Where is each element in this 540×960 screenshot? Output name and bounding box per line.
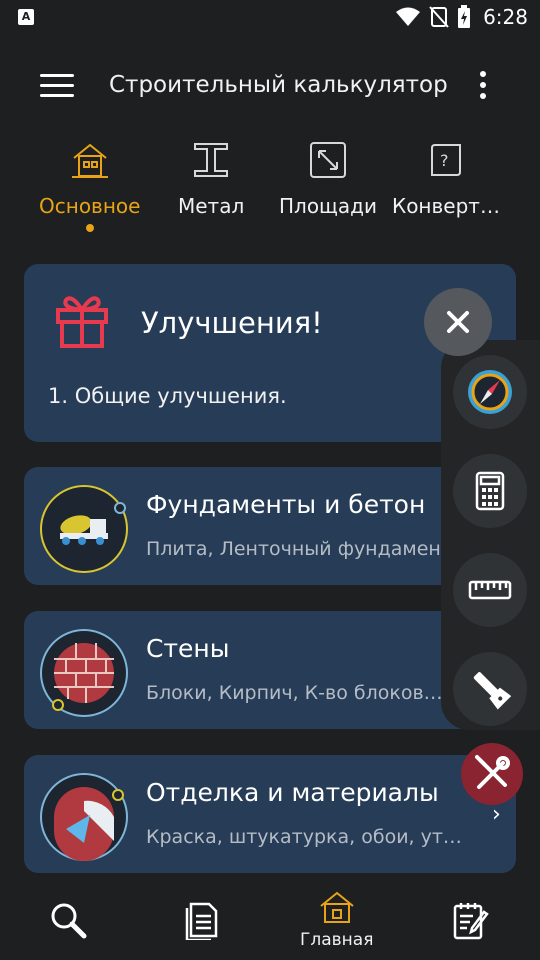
ruler-button[interactable]: [453, 553, 527, 627]
page-title: Строительный калькулятор: [109, 72, 448, 98]
updates-title: Улучшения!: [141, 306, 323, 340]
close-icon[interactable]: [424, 288, 492, 356]
tab-metal[interactable]: Метал: [178, 140, 244, 218]
tab-converter[interactable]: ? Конверт…: [392, 140, 500, 218]
wifi-icon: [396, 7, 421, 26]
nav-documents[interactable]: [183, 900, 221, 944]
tools-icon: [475, 755, 510, 789]
calculator-icon: [475, 471, 505, 511]
active-tab-indicator: [85, 224, 94, 232]
status-time: 6:28: [483, 5, 528, 29]
convert-question-icon: ?: [430, 144, 461, 176]
search-icon: [51, 903, 87, 939]
expand-arrows-icon: [309, 142, 346, 178]
category-tabs: Основное Метал Площади ? Конверт…: [0, 140, 540, 250]
category-finishing[interactable]: Отделка и материалы Краска, штукатурка, …: [24, 755, 516, 873]
category-title: Стены: [146, 634, 230, 663]
document-icon: [185, 902, 218, 942]
tab-label: Метал: [178, 194, 245, 218]
brick-wall-icon: [40, 629, 128, 717]
tools-button[interactable]: [461, 743, 523, 805]
svg-text:?: ?: [440, 151, 449, 170]
tab-label: Площади: [279, 194, 377, 218]
category-title: Фундаменты и бетон: [146, 490, 426, 519]
compass-button[interactable]: [453, 355, 527, 429]
category-title: Отделка и материалы: [146, 778, 439, 807]
flashlight-icon: [473, 672, 512, 710]
no-sim-icon: [429, 6, 449, 28]
nav-home[interactable]: Главная: [300, 890, 373, 950]
house-icon: [71, 143, 108, 178]
battery-charging-icon: [458, 5, 471, 28]
i-beam-icon: [194, 143, 229, 177]
tab-label: Конверт…: [392, 194, 500, 218]
more-options-icon[interactable]: [476, 71, 490, 103]
app-notification-icon: A: [18, 9, 34, 25]
menu-icon[interactable]: [40, 74, 74, 98]
compass-icon: [468, 370, 512, 414]
notepad-edit-icon: [453, 903, 489, 940]
flashlight-button[interactable]: [453, 652, 527, 726]
updates-text: 1. Общие улучшения.: [48, 384, 287, 408]
tab-areas[interactable]: Площади: [279, 140, 377, 218]
trowel-icon: [40, 773, 128, 861]
bottom-navigation: Главная: [0, 880, 540, 960]
nav-search[interactable]: [48, 900, 88, 944]
home-icon: [320, 891, 354, 923]
nav-notes[interactable]: [451, 900, 491, 944]
concrete-mixer-icon: [40, 485, 128, 573]
nav-home-label: Главная: [300, 930, 374, 950]
calculator-button[interactable]: [453, 454, 527, 528]
tab-label: Основное: [39, 194, 141, 218]
tab-main[interactable]: Основное: [39, 140, 140, 232]
gift-icon: [56, 296, 108, 348]
chevron-right-icon: ›: [492, 802, 501, 827]
category-subtitle: Блоки, Кирпич, К-во блоков…: [146, 682, 443, 704]
status-bar: A 6:28: [0, 0, 540, 36]
category-subtitle: Краска, штукатурка, обои, ут…: [146, 826, 462, 848]
ruler-icon: [468, 580, 512, 600]
app-bar: Строительный калькулятор: [0, 52, 540, 118]
category-subtitle: Плита, Ленточный фундамен…: [146, 538, 460, 560]
